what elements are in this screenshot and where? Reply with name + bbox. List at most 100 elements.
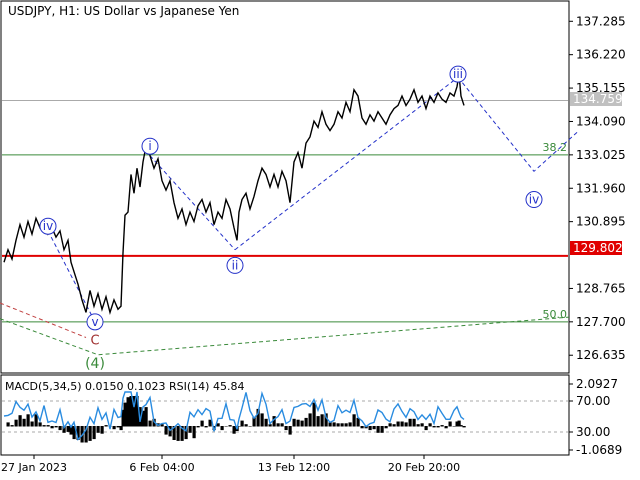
wave-label-text: iii [453,67,463,81]
macd-bar [264,418,268,427]
macd-bar [336,423,340,427]
price-tick-label: 127.700 [576,315,626,329]
macd-bar [280,423,284,427]
macd-bar [200,420,204,427]
price-tick-label: 130.895 [576,215,626,229]
macd-bar [316,416,320,427]
price-tick-label: 131.960 [576,181,626,195]
macd-bar [164,426,168,435]
macd-bar [360,426,364,429]
macd-bar [352,414,356,427]
macd-bar [96,426,100,433]
macd-bar [26,414,30,427]
macd-bar [332,422,336,427]
macd-bar [288,426,292,435]
macd-bar [448,421,452,427]
macd-bar [10,425,14,427]
macd-bar [312,402,316,427]
macd-bar [176,426,180,441]
macd-bar [6,422,10,427]
macd-bar [116,426,120,428]
macd-bar [220,426,224,431]
wave-label-text: i [148,139,151,153]
macd-bar [224,426,228,427]
macd-bar [228,425,232,427]
macd-bar [104,425,108,427]
macd-bar [300,420,304,427]
time-tick-label: 13 Feb 12:00 [258,461,330,474]
price-tick-label: 133.025 [576,148,626,162]
macd-bar [424,426,428,431]
macd-bar [416,424,420,427]
macd-bar [126,397,130,427]
macd-bar [412,418,416,427]
macd-bar [340,423,344,427]
chart-canvas[interactable]: 137.285136.220135.155134.090133.025131.9… [0,0,640,480]
macd-bar [452,426,456,427]
price-tick-label: 137.285 [576,14,626,28]
macd-bar [88,426,92,441]
macd-bar [46,425,50,427]
macd-bar [408,418,412,427]
current-price-label: 134.759 [573,92,623,106]
macd-bar [119,426,123,431]
indicator-tick-label: 30.00 [576,425,610,439]
macd-bar [14,419,18,427]
macd-bar [42,425,46,427]
macd-bar [420,423,424,427]
macd-bar [308,413,312,427]
price-tick-label: 128.765 [576,281,626,295]
macd-bar [244,424,248,427]
macd-bar [296,419,300,427]
macd-bar [100,426,104,434]
time-tick-label: 20 Feb 20:00 [388,461,460,474]
indicator-tick-label: 2.0927 [576,377,618,391]
macd-bar [112,426,116,430]
wave-label-text: iv [43,219,53,233]
macd-bar [50,426,54,429]
macd-bar [196,426,200,428]
macd-bar [320,414,324,427]
macd-bar [396,421,400,427]
macd-bar [30,421,34,427]
macd-bar [404,422,408,427]
macd-bar [240,420,244,427]
macd-bar [372,426,376,430]
macd-bar [348,422,352,427]
wave-label-4: (4) [85,356,105,372]
macd-bar [284,426,288,431]
macd-bar [188,426,192,433]
macd-bar [384,426,388,429]
macd-bar [292,418,296,427]
macd-bar [436,426,440,428]
macd-bar [276,423,280,427]
macd-bar [344,423,348,427]
macd-bar [268,424,272,427]
macd-bar [462,426,466,428]
macd-bar [304,417,308,427]
macd-bar [444,426,448,429]
macd-bar [92,426,96,440]
chart-title: USDJPY, H1: US Dollar vs Japanese Yen [8,4,239,18]
macd-bar [392,424,396,427]
wave-label-text: v [91,315,98,329]
macd-bar [18,415,22,427]
macd-bar [459,425,463,427]
macd-bar [428,423,432,427]
macd-bar [248,426,252,427]
macd-bar [144,407,148,427]
macd-bar [22,418,26,427]
macd-bar [123,402,127,427]
wave-label-c: C [90,334,99,349]
macd-bar [232,426,236,434]
macd-bar [192,426,196,439]
macd-bar [66,426,70,432]
macd-bar [400,421,404,427]
wave-label-text: iv [529,193,539,207]
indicator-tick-label: -1.0689 [576,443,622,457]
price-tick-label: 136.220 [576,48,626,62]
macd-bar [380,426,384,433]
time-tick-label: 27 Jan 2023 [1,461,67,474]
macd-bar [432,426,436,428]
macd-bar [204,426,208,428]
